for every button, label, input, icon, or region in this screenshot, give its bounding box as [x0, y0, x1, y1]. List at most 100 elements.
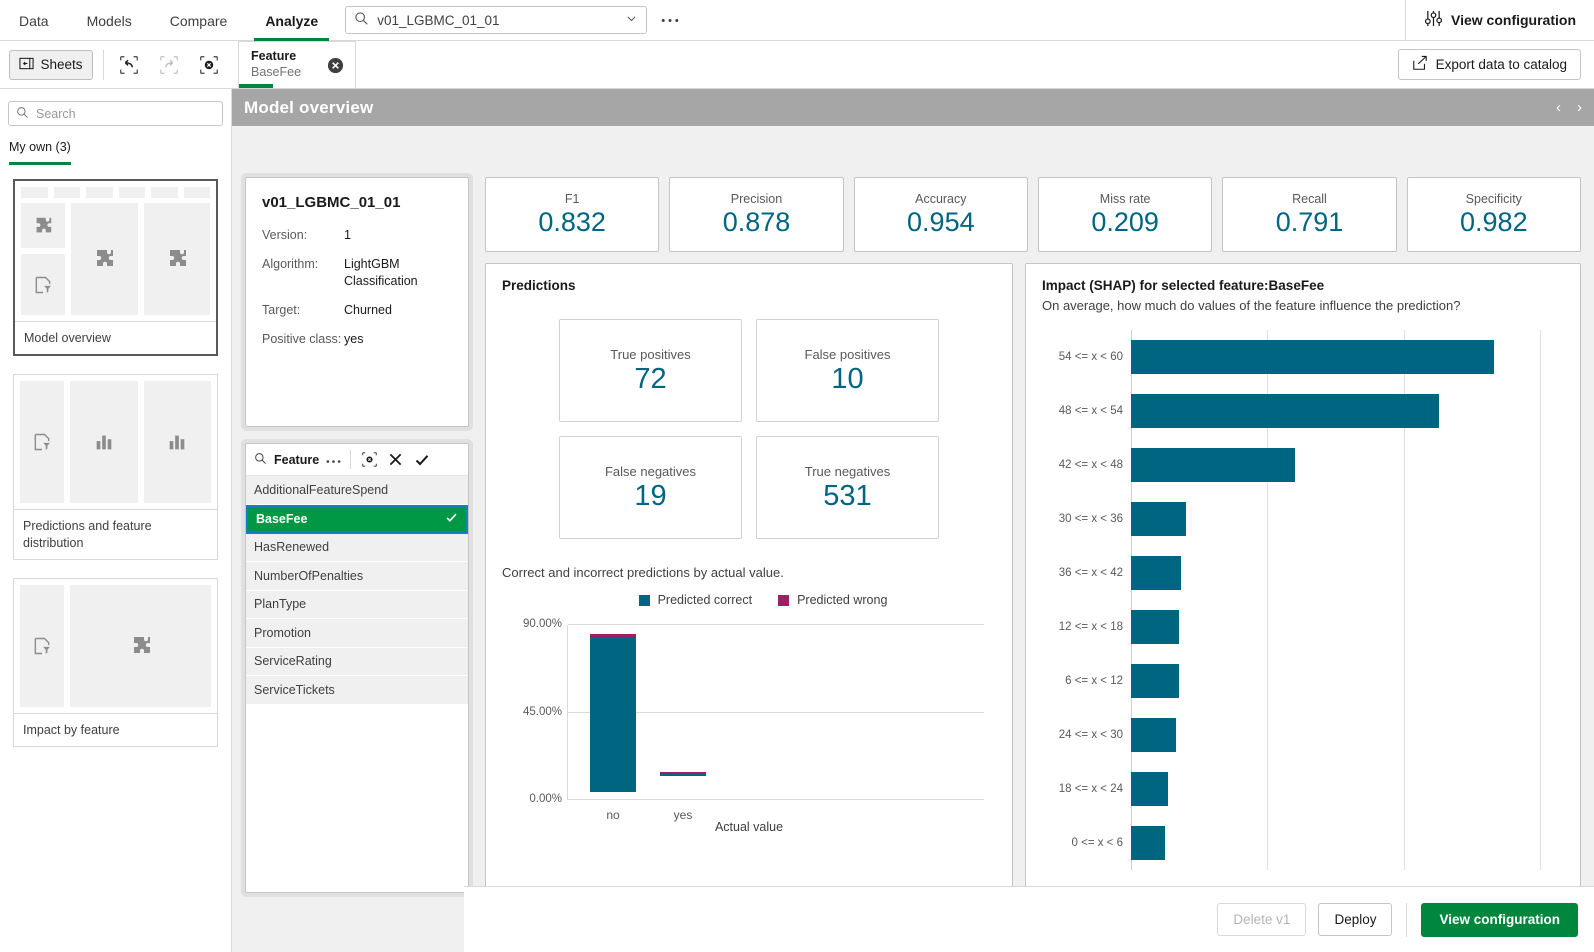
sheet-search-input[interactable]: Search: [8, 101, 223, 126]
confirm-icon[interactable]: [412, 450, 431, 469]
model-info-key: Positive class:: [262, 331, 344, 348]
list-item[interactable]: AdditionalFeatureSpend: [246, 476, 468, 505]
chart-category-label: 42 <= x < 48: [1059, 459, 1123, 471]
chart-bar[interactable]: [1131, 556, 1181, 591]
selection-chip-feature[interactable]: Feature BaseFee: [238, 41, 356, 88]
false-negatives-cell: False negatives 19: [559, 436, 742, 539]
sliders-icon: [1424, 10, 1443, 30]
nav-tabs: Data Models Compare Analyze: [0, 0, 337, 41]
list-item[interactable]: ServiceTickets: [246, 676, 468, 705]
chevron-down-icon[interactable]: [625, 12, 638, 28]
nav-tab-analyze[interactable]: Analyze: [246, 0, 337, 41]
legend-item-predicted-wrong[interactable]: Predicted wrong: [778, 593, 887, 607]
list-item[interactable]: ServiceRating: [246, 648, 468, 677]
model-search-input[interactable]: v01_LGBMC_01_01: [345, 6, 647, 34]
chart-bar-segment: [590, 637, 636, 792]
list-item-label: AdditionalFeatureSpend: [254, 483, 388, 497]
ellipsis-icon[interactable]: [326, 451, 341, 468]
view-configuration-top-label: View configuration: [1451, 12, 1576, 28]
chart-bar[interactable]: no: [590, 634, 636, 800]
kpi-label: Miss rate: [1100, 192, 1151, 206]
model-info-value: LightGBM Classification: [344, 256, 452, 290]
shap-impact-chart[interactable]: 54 <= x < 6048 <= x < 5442 <= x < 4830 <…: [1026, 330, 1580, 870]
chart-bar-row: 18 <= x < 24: [1131, 762, 1540, 816]
top-navigation-bar: Data Models Compare Analyze v01_LGBMC_01…: [0, 0, 1594, 41]
deploy-label: Deploy: [1334, 912, 1376, 927]
chart-bar[interactable]: [1131, 610, 1179, 645]
nav-tab-label: Models: [87, 13, 132, 29]
more-options-button[interactable]: [657, 7, 683, 33]
search-icon: [16, 106, 29, 122]
nav-tab-models[interactable]: Models: [68, 0, 151, 41]
sheets-side-panel: Search My own (3): [0, 89, 232, 952]
list-item[interactable]: Promotion: [246, 619, 468, 648]
list-item-label: PlanType: [254, 597, 306, 611]
chart-bar-row: 6 <= x < 12: [1131, 654, 1540, 708]
chart-bar[interactable]: [1131, 394, 1439, 429]
nav-tab-compare[interactable]: Compare: [151, 0, 247, 41]
export-icon: [1412, 55, 1428, 74]
nav-tab-data[interactable]: Data: [0, 0, 68, 41]
clear-selection-icon[interactable]: [360, 450, 379, 469]
panel-collapse-icon: [19, 56, 34, 74]
chart-bar[interactable]: [1131, 826, 1165, 861]
puzzle-icon: [144, 203, 211, 315]
export-data-to-catalog-button[interactable]: Export data to catalog: [1398, 49, 1581, 80]
chart-category-label: 48 <= x < 54: [1059, 405, 1123, 417]
chevron-left-icon[interactable]: ‹: [1556, 99, 1561, 116]
search-icon: [354, 11, 369, 29]
model-info-value: Churned: [344, 302, 392, 319]
kpi-label: F1: [565, 192, 580, 206]
legend-item-predicted-correct[interactable]: Predicted correct: [639, 593, 752, 607]
sheet-thumbnail: [14, 579, 217, 713]
chart-bar[interactable]: yes: [660, 772, 706, 800]
cell-label: True positives: [610, 347, 690, 362]
close-icon[interactable]: [327, 57, 344, 74]
clear-all-selections-icon[interactable]: [194, 50, 224, 80]
model-info-key: Version:: [262, 227, 344, 244]
search-icon[interactable]: [254, 452, 267, 468]
chart-category-label: 6 <= x < 12: [1065, 675, 1123, 687]
legend-swatch: [778, 595, 789, 606]
list-item[interactable]: HasRenewed: [246, 534, 468, 563]
nav-tab-label: Compare: [170, 13, 228, 29]
sheet-card-predictions-and-feature-distribution[interactable]: Predictions and feature distribution: [13, 374, 218, 560]
delete-version-button[interactable]: Delete v1: [1217, 903, 1306, 936]
list-item[interactable]: PlanType: [246, 591, 468, 620]
sheet-nav-buttons: ‹ ›: [1556, 99, 1582, 116]
view-configuration-top-button[interactable]: View configuration: [1406, 0, 1594, 40]
chart-bar[interactable]: [1131, 502, 1186, 537]
step-back-selection-icon[interactable]: [114, 50, 144, 80]
predictions-chart-title: Correct and incorrect predictions by act…: [502, 565, 996, 580]
list-item-label: HasRenewed: [254, 540, 329, 554]
model-info-card: v01_LGBMC_01_01 Version: 1 Algorithm: Li…: [245, 177, 469, 427]
sheet-card-model-overview[interactable]: Model overview: [13, 179, 218, 356]
chevron-right-icon[interactable]: ›: [1577, 99, 1582, 116]
cancel-icon[interactable]: [386, 450, 405, 469]
sheet-card-impact-by-feature[interactable]: Impact by feature: [13, 578, 218, 747]
model-info-row: Positive class: yes: [262, 331, 452, 348]
sheet-card-label: Predictions and feature distribution: [14, 509, 217, 559]
deploy-button[interactable]: Deploy: [1318, 903, 1392, 936]
chart-bar[interactable]: [1131, 772, 1168, 807]
view-configuration-button[interactable]: View configuration: [1421, 903, 1578, 937]
chart-bar[interactable]: [1131, 664, 1179, 699]
tab-my-own[interactable]: My own (3): [9, 140, 71, 165]
sheet-thumbnail: [15, 181, 216, 321]
list-empty-area: [246, 705, 468, 893]
predictions-by-actual-chart[interactable]: 0.00%45.00%90.00%noyes Actual value: [502, 617, 996, 832]
chart-category-label: 24 <= x < 30: [1059, 729, 1123, 741]
chart-bar[interactable]: [1131, 718, 1176, 753]
puzzle-icon: [71, 203, 138, 315]
sheet-title-bar: Model overview ‹ ›: [232, 89, 1594, 126]
kpi-specificity: Specificity 0.982: [1407, 177, 1581, 252]
sheets-button[interactable]: Sheets: [9, 50, 93, 80]
chart-bar[interactable]: [1131, 448, 1295, 483]
model-info-row: Version: 1: [262, 227, 452, 244]
kpi-value: 0.878: [723, 208, 791, 236]
kpi-label: Specificity: [1466, 192, 1522, 206]
chart-gridline: 90.00%: [568, 624, 984, 625]
list-item[interactable]: BaseFee: [246, 505, 468, 534]
chart-bar[interactable]: [1131, 340, 1494, 375]
list-item[interactable]: NumberOfPenalties: [246, 562, 468, 591]
